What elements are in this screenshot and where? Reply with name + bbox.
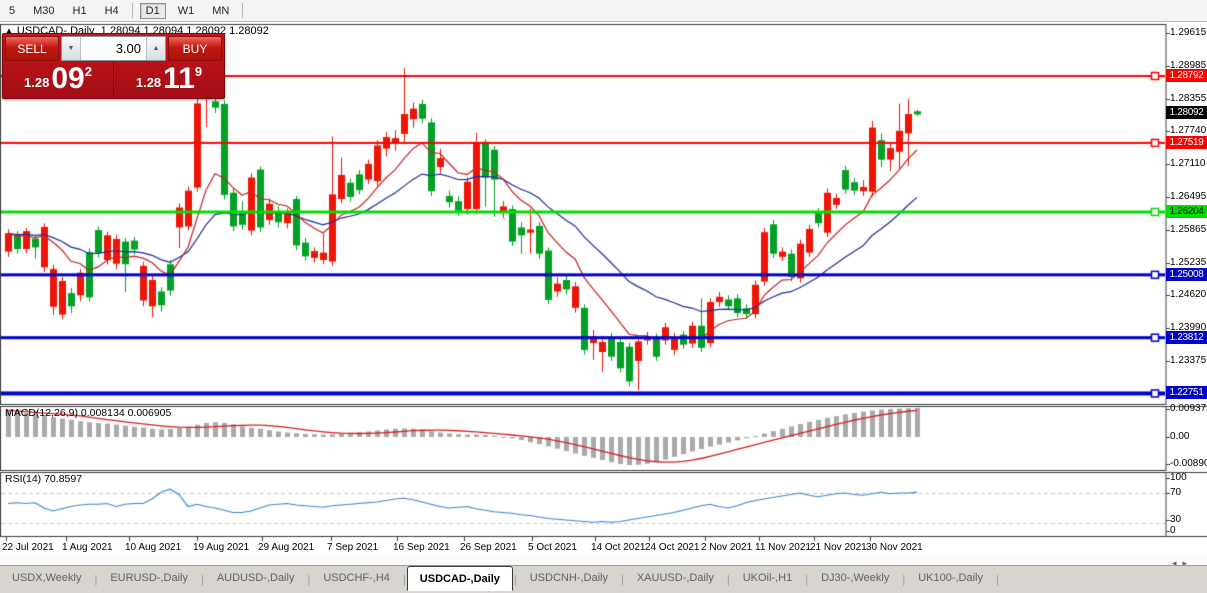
- date-label: 1 Aug 2021: [62, 542, 113, 553]
- timeframe-button-W1[interactable]: W1: [172, 3, 201, 19]
- indicator-axis-label: 100: [1170, 472, 1187, 483]
- price-axis-label: 1.25235: [1170, 257, 1206, 268]
- price-axis-label: 1.24620: [1170, 289, 1206, 300]
- toolbar-separator: [132, 3, 133, 18]
- chart-tab-usdx-weekly[interactable]: USDX,Weekly: [0, 566, 93, 590]
- timeframe-button-5[interactable]: 5: [3, 3, 21, 19]
- sell-price-prefix: 1.28: [24, 75, 49, 90]
- date-label: 14 Oct 2021: [591, 542, 645, 553]
- volume-increase-button[interactable]: ▲: [146, 37, 165, 60]
- date-label: 11 Nov 2021: [755, 542, 811, 553]
- indicator-axis-label: 0: [1170, 525, 1176, 536]
- volume-input[interactable]: 3.00: [81, 37, 146, 60]
- price-axis-label: 1.28355: [1170, 93, 1206, 104]
- price-axis-label: 1.25865: [1170, 224, 1206, 235]
- date-label: 16 Sep 2021: [393, 542, 450, 553]
- chevron-down-icon: ▼: [68, 45, 75, 52]
- date-label: 19 Aug 2021: [193, 542, 249, 553]
- timeframe-button-H1[interactable]: H1: [67, 3, 93, 19]
- date-label: 7 Sep 2021: [327, 542, 378, 553]
- chevron-up-icon: ▲: [153, 45, 160, 52]
- timeframe-toolbar: 5 M30 H1 H4 D1 W1 MN: [0, 0, 1207, 22]
- indicator-axis-label: 70: [1170, 487, 1181, 498]
- buy-price-point: 9: [195, 64, 202, 79]
- price-axis-label: 1.27110: [1170, 158, 1205, 169]
- indicator-axis-label: 0.009373: [1170, 403, 1207, 414]
- chart-tab-dj30-weekly[interactable]: DJ30-,Weekly: [809, 566, 901, 590]
- date-label: 29 Aug 2021: [258, 542, 314, 553]
- rsi-indicator-label: RSI(14) 70.8597: [5, 473, 82, 485]
- tab-scroll-strip: [0, 556, 1207, 565]
- one-click-trading-panel: SELL ▼ 3.00 ▲ BUY 1.28 09 2 1.28 11 9: [2, 33, 225, 99]
- price-level-tag: 1.28092: [1166, 106, 1207, 119]
- indicator-axis-label: 30: [1170, 514, 1181, 525]
- buy-price-display[interactable]: 1.28 11 9: [114, 62, 224, 95]
- chart-tab-usdchf-h4[interactable]: USDCHF-,H4: [311, 566, 402, 590]
- chart-tab-xauusd-daily[interactable]: XAUUSD-,Daily: [625, 566, 726, 590]
- price-level-tag: 1.27519: [1166, 136, 1207, 149]
- chart-tab-bar: USDX,Weekly|EURUSD-,Daily|AUDUSD-,Daily|…: [0, 565, 1207, 593]
- chart-tab-ukoil-h1[interactable]: UKOil-,H1: [731, 566, 805, 590]
- price-axis-label: 1.29615: [1170, 27, 1206, 38]
- date-label: 21 Nov 2021: [810, 542, 867, 553]
- indicator-axis-label: -0.008903: [1170, 458, 1207, 469]
- date-label: 24 Oct 2021: [645, 542, 699, 553]
- sell-price-pips: 09: [51, 64, 84, 94]
- price-axis-label: 1.23375: [1170, 355, 1206, 366]
- date-label: 2 Nov 2021: [701, 542, 752, 553]
- sell-button[interactable]: SELL: [5, 36, 59, 61]
- buy-price-pips: 11: [163, 64, 195, 94]
- price-axis-label: 1.26495: [1170, 191, 1206, 202]
- volume-stepper: ▼ 3.00 ▲: [61, 36, 166, 61]
- timeframe-button-H4[interactable]: H4: [99, 3, 125, 19]
- macd-indicator-label: MACD(12,26,9) 0.008134 0.006905: [5, 407, 171, 419]
- buy-button[interactable]: BUY: [168, 36, 222, 61]
- date-label: 10 Aug 2021: [125, 542, 181, 553]
- chart-tab-eurusd-daily[interactable]: EURUSD-,Daily: [98, 566, 200, 590]
- timeframe-button-M30[interactable]: M30: [27, 3, 60, 19]
- price-level-tag: 1.23812: [1166, 331, 1207, 344]
- price-level-tag: 1.22751: [1166, 386, 1207, 399]
- price-level-tag: 1.28792: [1166, 69, 1207, 82]
- buy-price-prefix: 1.28: [136, 75, 161, 90]
- sell-price-point: 2: [85, 64, 92, 79]
- chart-tab-audusd-daily[interactable]: AUDUSD-,Daily: [205, 566, 307, 590]
- mt4-window: 5M30H1H4D1W1MN ▲USDCAD-,Daily 1.28094 1.…: [0, 0, 1207, 593]
- toolbar-separator: [242, 3, 243, 18]
- chart-tab-usdcad-daily[interactable]: USDCAD-,Daily: [407, 566, 513, 591]
- timeframe-button-D1[interactable]: D1: [140, 3, 166, 19]
- tab-separator: |: [995, 574, 1000, 586]
- chart-tab-usdcnh-daily[interactable]: USDCNH-,Daily: [518, 566, 620, 590]
- price-level-tag: 1.25008: [1166, 268, 1207, 281]
- indicator-axis-label: 0.00: [1170, 431, 1189, 442]
- chart-tab-uk100-daily[interactable]: UK100-,Daily: [906, 566, 995, 590]
- date-label: 5 Oct 2021: [528, 542, 577, 553]
- volume-decrease-button[interactable]: ▼: [62, 37, 81, 60]
- timeframe-button-MN[interactable]: MN: [206, 3, 235, 19]
- date-label: 22 Jul 2021: [2, 542, 54, 553]
- price-axis-label: 1.27740: [1170, 125, 1206, 136]
- sell-price-display[interactable]: 1.28 09 2: [3, 62, 114, 95]
- price-level-tag: 1.26204: [1166, 205, 1207, 218]
- date-label: 26 Sep 2021: [460, 542, 517, 553]
- date-label: 30 Nov 2021: [866, 542, 923, 553]
